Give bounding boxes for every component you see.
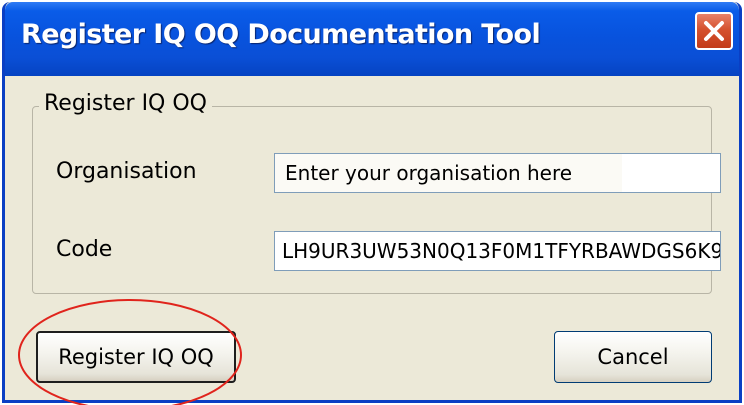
organisation-label: Organisation bbox=[56, 159, 197, 184]
dialog-window: Register IQ OQ Documentation Tool Regist… bbox=[2, 2, 742, 403]
close-icon bbox=[704, 21, 724, 41]
title-bar[interactable]: Register IQ OQ Documentation Tool bbox=[5, 2, 739, 76]
window-title: Register IQ OQ Documentation Tool bbox=[21, 19, 541, 50]
code-label: Code bbox=[56, 237, 113, 262]
organisation-input[interactable]: Enter your organisation here bbox=[274, 153, 721, 193]
groupbox-legend: Register IQ OQ bbox=[39, 91, 213, 116]
cancel-button[interactable]: Cancel bbox=[554, 331, 712, 383]
code-input[interactable]: LH9UR3UW53N0Q13F0M1TFYRBAWDGS6K9 bbox=[274, 231, 721, 271]
register-groupbox: Register IQ OQ Organisation Enter your o… bbox=[32, 91, 721, 294]
close-button[interactable] bbox=[695, 12, 733, 50]
register-button[interactable]: Register IQ OQ bbox=[36, 331, 236, 383]
